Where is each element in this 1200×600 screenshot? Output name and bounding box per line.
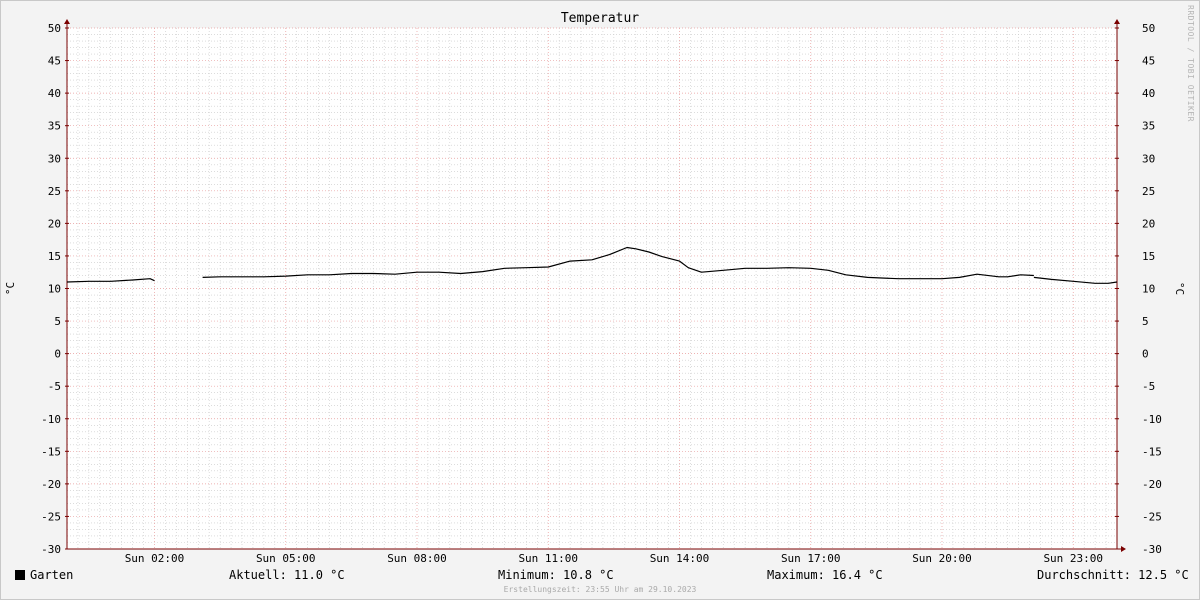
y-axis-right-arrow — [1114, 19, 1120, 24]
y-tick-label-right: -25 — [1142, 510, 1162, 523]
x-tick-label: Sun 02:00 — [125, 552, 185, 565]
y-tick-label-right: 45 — [1142, 55, 1155, 68]
y-tick-label-right: 5 — [1142, 315, 1149, 328]
temperature-chart: -30 -30 -25 -25 -20 -20 -15 -15 -10 -10 -5 -5 0 0 5 5 10… — [4, 19, 1186, 565]
x-tick-label: Sun 08:00 — [387, 552, 447, 565]
legend-minimum: Minimum: 10.8 °C — [498, 568, 614, 582]
legend-row: Garten Aktuell: 11.0 °C Minimum: 10.8 °C… — [0, 568, 1200, 584]
y-tick-label-right: 40 — [1142, 87, 1155, 100]
y-tick-label-left: -25 — [41, 510, 61, 523]
y-tick-label-left: -5 — [48, 380, 61, 393]
y-tick-label-left: -10 — [41, 413, 61, 426]
y-tick-label-right: -30 — [1142, 543, 1162, 556]
y-tick-label-right: 50 — [1142, 22, 1155, 35]
y-tick-label-left: 50 — [48, 22, 61, 35]
x-tick-label: Sun 14:00 — [650, 552, 710, 565]
legend-swatch — [15, 570, 25, 580]
y-tick-label-left: 5 — [54, 315, 61, 328]
legend-series: Garten — [15, 568, 73, 582]
y-tick-label-left: 25 — [48, 185, 61, 198]
y-tick-label-left: 35 — [48, 120, 61, 133]
creation-time: Erstellungszeit: 23:55 Uhr am 29.10.2023 — [503, 585, 697, 594]
y-tick-label-right: -20 — [1142, 478, 1162, 491]
y-tick-label-right: 15 — [1142, 250, 1155, 263]
legend-aktuell: Aktuell: 11.0 °C — [229, 568, 345, 582]
y-tick-label-left: 15 — [48, 250, 61, 263]
x-tick-label: Sun 11:00 — [518, 552, 578, 565]
y-axis-label-left: °C — [4, 282, 17, 295]
y-tick-label-right: -5 — [1142, 380, 1155, 393]
legend-durchschnitt: Durchschnitt: 12.5 °C — [1037, 568, 1189, 582]
y-tick-label-left: 10 — [48, 283, 61, 296]
y-tick-label-left: 45 — [48, 55, 61, 68]
y-tick-label-right: 0 — [1142, 348, 1149, 361]
y-tick-label-left: -15 — [41, 445, 61, 458]
y-tick-label-left: 0 — [54, 348, 61, 361]
x-tick-label: Sun 17:00 — [781, 552, 841, 565]
x-tick-label: Sun 05:00 — [256, 552, 316, 565]
y-tick-label-right: 25 — [1142, 185, 1155, 198]
y-tick-label-right: 10 — [1142, 283, 1155, 296]
y-axis-label-right: °C — [1173, 282, 1186, 295]
y-tick-label-left: 30 — [48, 152, 61, 165]
y-tick-label-right: 30 — [1142, 152, 1155, 165]
y-tick-label-left: 40 — [48, 87, 61, 100]
x-tick-label: Sun 20:00 — [912, 552, 972, 565]
y-axis-left-arrow — [64, 19, 70, 24]
y-tick-label-left: -30 — [41, 543, 61, 556]
legend-maximum: Maximum: 16.4 °C — [767, 568, 883, 582]
y-tick-label-left: -20 — [41, 478, 61, 491]
y-tick-label-right: 20 — [1142, 217, 1155, 230]
legend-series-name: Garten — [30, 568, 74, 582]
y-tick-label-right: -10 — [1142, 413, 1162, 426]
y-tick-label-right: 35 — [1142, 120, 1155, 133]
x-tick-label: Sun 23:00 — [1043, 552, 1103, 565]
y-tick-label-left: 20 — [48, 217, 61, 230]
x-axis-arrow — [1121, 546, 1126, 552]
y-tick-label-right: -15 — [1142, 445, 1162, 458]
